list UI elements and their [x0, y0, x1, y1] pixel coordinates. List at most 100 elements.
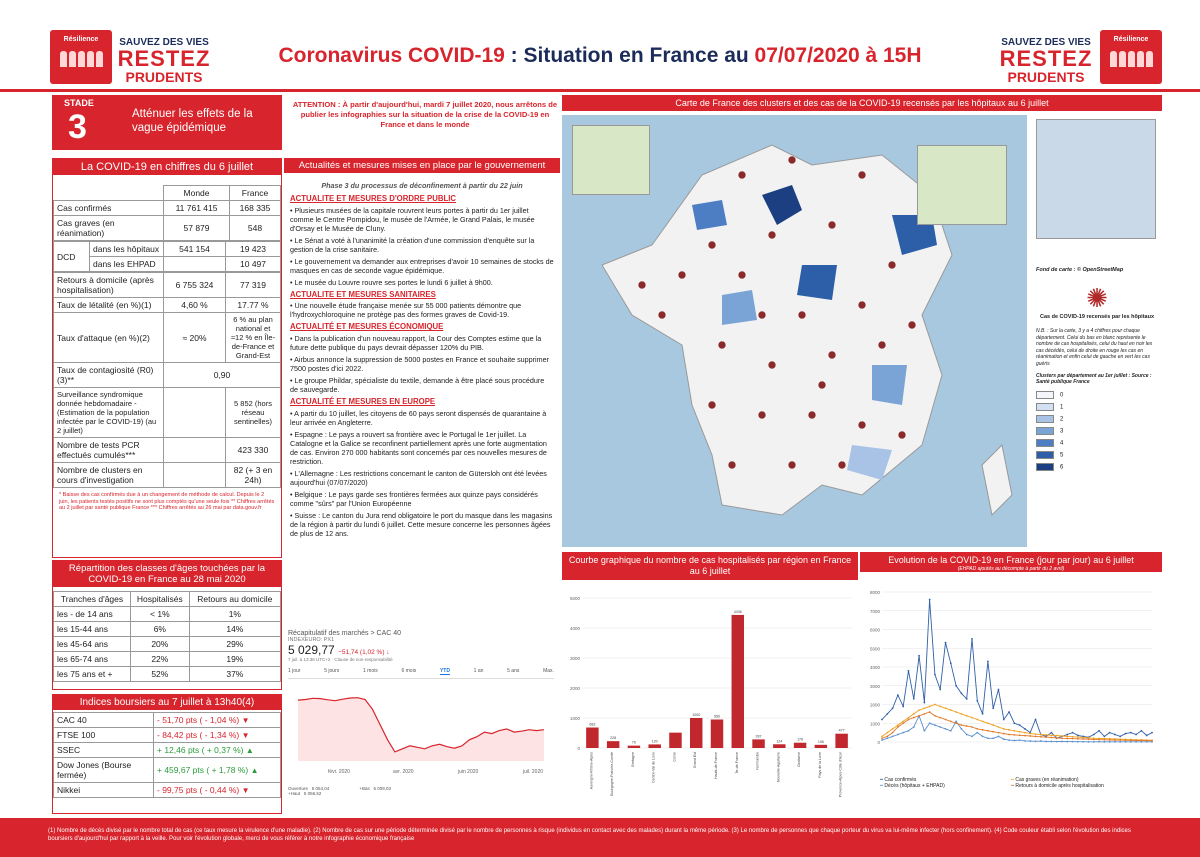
cluster-region — [872, 365, 907, 405]
virus-marker — [827, 350, 837, 360]
data-point — [1018, 730, 1021, 733]
data-point — [1103, 740, 1106, 743]
data-point — [1076, 734, 1079, 737]
map-legend-panel: Fond de carte : © OpenStreetMap ✺ Cas de… — [1032, 115, 1162, 547]
bar-value-label: 950 — [714, 714, 720, 718]
virus-marker — [707, 400, 717, 410]
data-point — [1045, 740, 1048, 743]
range-tab[interactable]: 1 mois — [363, 668, 378, 675]
data-point — [1045, 733, 1048, 736]
data-point — [886, 735, 889, 738]
bar — [752, 738, 765, 748]
header: Résilience SAUVEZ DES VIES RESTEZ PRUDEN… — [0, 0, 1200, 92]
range-tab[interactable]: 1 an — [474, 668, 484, 675]
data-point — [1024, 739, 1026, 742]
range-tab[interactable]: 1 jour — [288, 668, 301, 675]
data-point — [965, 724, 968, 727]
map-source: Fond de carte : © OpenStreetMap — [1036, 267, 1124, 273]
data-point — [1135, 739, 1138, 742]
virus-marker — [757, 310, 767, 320]
evol-chart-panel: Evolution de la COVID-19 en France (jour… — [860, 552, 1162, 812]
range-tab[interactable]: 5 jours — [324, 668, 339, 675]
range-tab[interactable]: 6 mois — [401, 668, 416, 675]
legend-item: 4 — [1036, 439, 1158, 447]
cac-change: −51,74 (1,02 %) ↓ — [338, 649, 390, 656]
bar — [814, 744, 828, 748]
data-point — [1071, 740, 1074, 743]
legend-label: Retours à domicile après hospitalisation — [1015, 782, 1104, 789]
data-point — [1108, 738, 1111, 741]
section-heading: ACTUALITÉ ET MESURES EN EUROPE — [290, 397, 436, 407]
x-category-label: Corse — [672, 752, 676, 762]
data-point — [1114, 733, 1116, 736]
data-point — [939, 725, 942, 728]
data-point — [923, 707, 926, 709]
map-nb: N.B. : Sur la carte, 3 y a 4 chiffres po… — [1036, 328, 1153, 367]
data-point — [981, 720, 984, 723]
stade-text: Atténuer les effets de la vague épidémiq… — [132, 108, 253, 135]
bar — [793, 742, 807, 748]
virus-icon: ✺ — [1086, 283, 1108, 313]
data-point — [1050, 740, 1053, 743]
virus-marker — [907, 320, 917, 330]
virus-marker — [717, 340, 727, 350]
y-tick-label: 7000 — [870, 609, 881, 614]
map-legend: 0 1 2 3 4 5 6 — [1036, 391, 1158, 471]
resilience-logo-right: Résilience — [1100, 30, 1162, 84]
y-tick-label: 0 — [577, 746, 580, 751]
data-point — [902, 720, 905, 723]
x-category-label: Centre-Val de Loire — [652, 752, 656, 783]
range-tab[interactable]: Max. — [543, 668, 554, 675]
x-tick-label: avr. 2020 — [393, 769, 414, 775]
ages-table: Tranches d'âges Hospitalisés Retours au do… — [53, 591, 282, 682]
data-point — [1029, 739, 1032, 742]
data-point — [960, 727, 963, 730]
data-point — [896, 733, 899, 736]
data-point — [1002, 738, 1005, 740]
stade-label: STADE — [64, 98, 94, 108]
data-point — [976, 699, 979, 702]
data-point — [939, 688, 942, 691]
data-point — [918, 654, 920, 657]
data-point — [955, 710, 958, 713]
table-row: Surveillance syndromique donnée hebdomad… — [53, 387, 281, 438]
bar-value-label: 477 — [839, 728, 845, 732]
data-point — [1119, 735, 1122, 738]
cluster-region — [722, 290, 757, 325]
x-category-label: Normandie — [756, 752, 760, 770]
virus-marker — [897, 430, 907, 440]
data-point — [1018, 734, 1021, 736]
table-row: Taux de létalité (en %)(1) 4,60 % 17.77 % — [53, 297, 281, 313]
virus-marker — [837, 460, 847, 470]
table-row: CAC 40- 51,70 pts ( - 1,04 %) ▼ — [53, 712, 281, 728]
section-heading: ACTUALITÉ ET MESURES ÉCONOMIQUE — [290, 322, 444, 332]
x-category-label: Grand Est — [693, 752, 697, 768]
hosp-chart-panel: Courbe graphique du nombre de cas hospit… — [562, 552, 858, 812]
table-row: SSEC + 12,46 pts ( + 0,37 %) ▲ — [53, 742, 281, 758]
legend-item: 1 — [1036, 403, 1158, 411]
data-point — [907, 669, 910, 672]
legend-swatch — [1036, 439, 1054, 447]
data-point — [1119, 739, 1122, 741]
data-point — [912, 716, 915, 719]
range-tab[interactable]: YTD — [439, 668, 450, 675]
range-tab[interactable]: 5 ans — [507, 668, 519, 675]
y-tick-label: 2000 — [870, 702, 881, 707]
data-point — [1061, 740, 1063, 743]
bar — [773, 743, 786, 748]
data-point — [1034, 718, 1037, 721]
data-point — [923, 729, 926, 732]
data-point — [1114, 740, 1116, 743]
virus-marker — [737, 170, 747, 180]
data-point — [902, 722, 905, 724]
data-point — [1018, 739, 1021, 741]
data-point — [1098, 740, 1100, 743]
bar-value-label: 124 — [776, 739, 782, 743]
data-point — [1034, 733, 1037, 735]
virus-marker — [857, 300, 867, 310]
data-point — [1098, 738, 1100, 741]
bar — [627, 745, 641, 748]
bourse-panel: Indices boursiers au 7 juillet à 13h40(4… — [52, 694, 282, 814]
footer-notes: (1) Nombre de décès divisé par le nombre… — [0, 818, 1200, 857]
data-point — [896, 725, 899, 728]
